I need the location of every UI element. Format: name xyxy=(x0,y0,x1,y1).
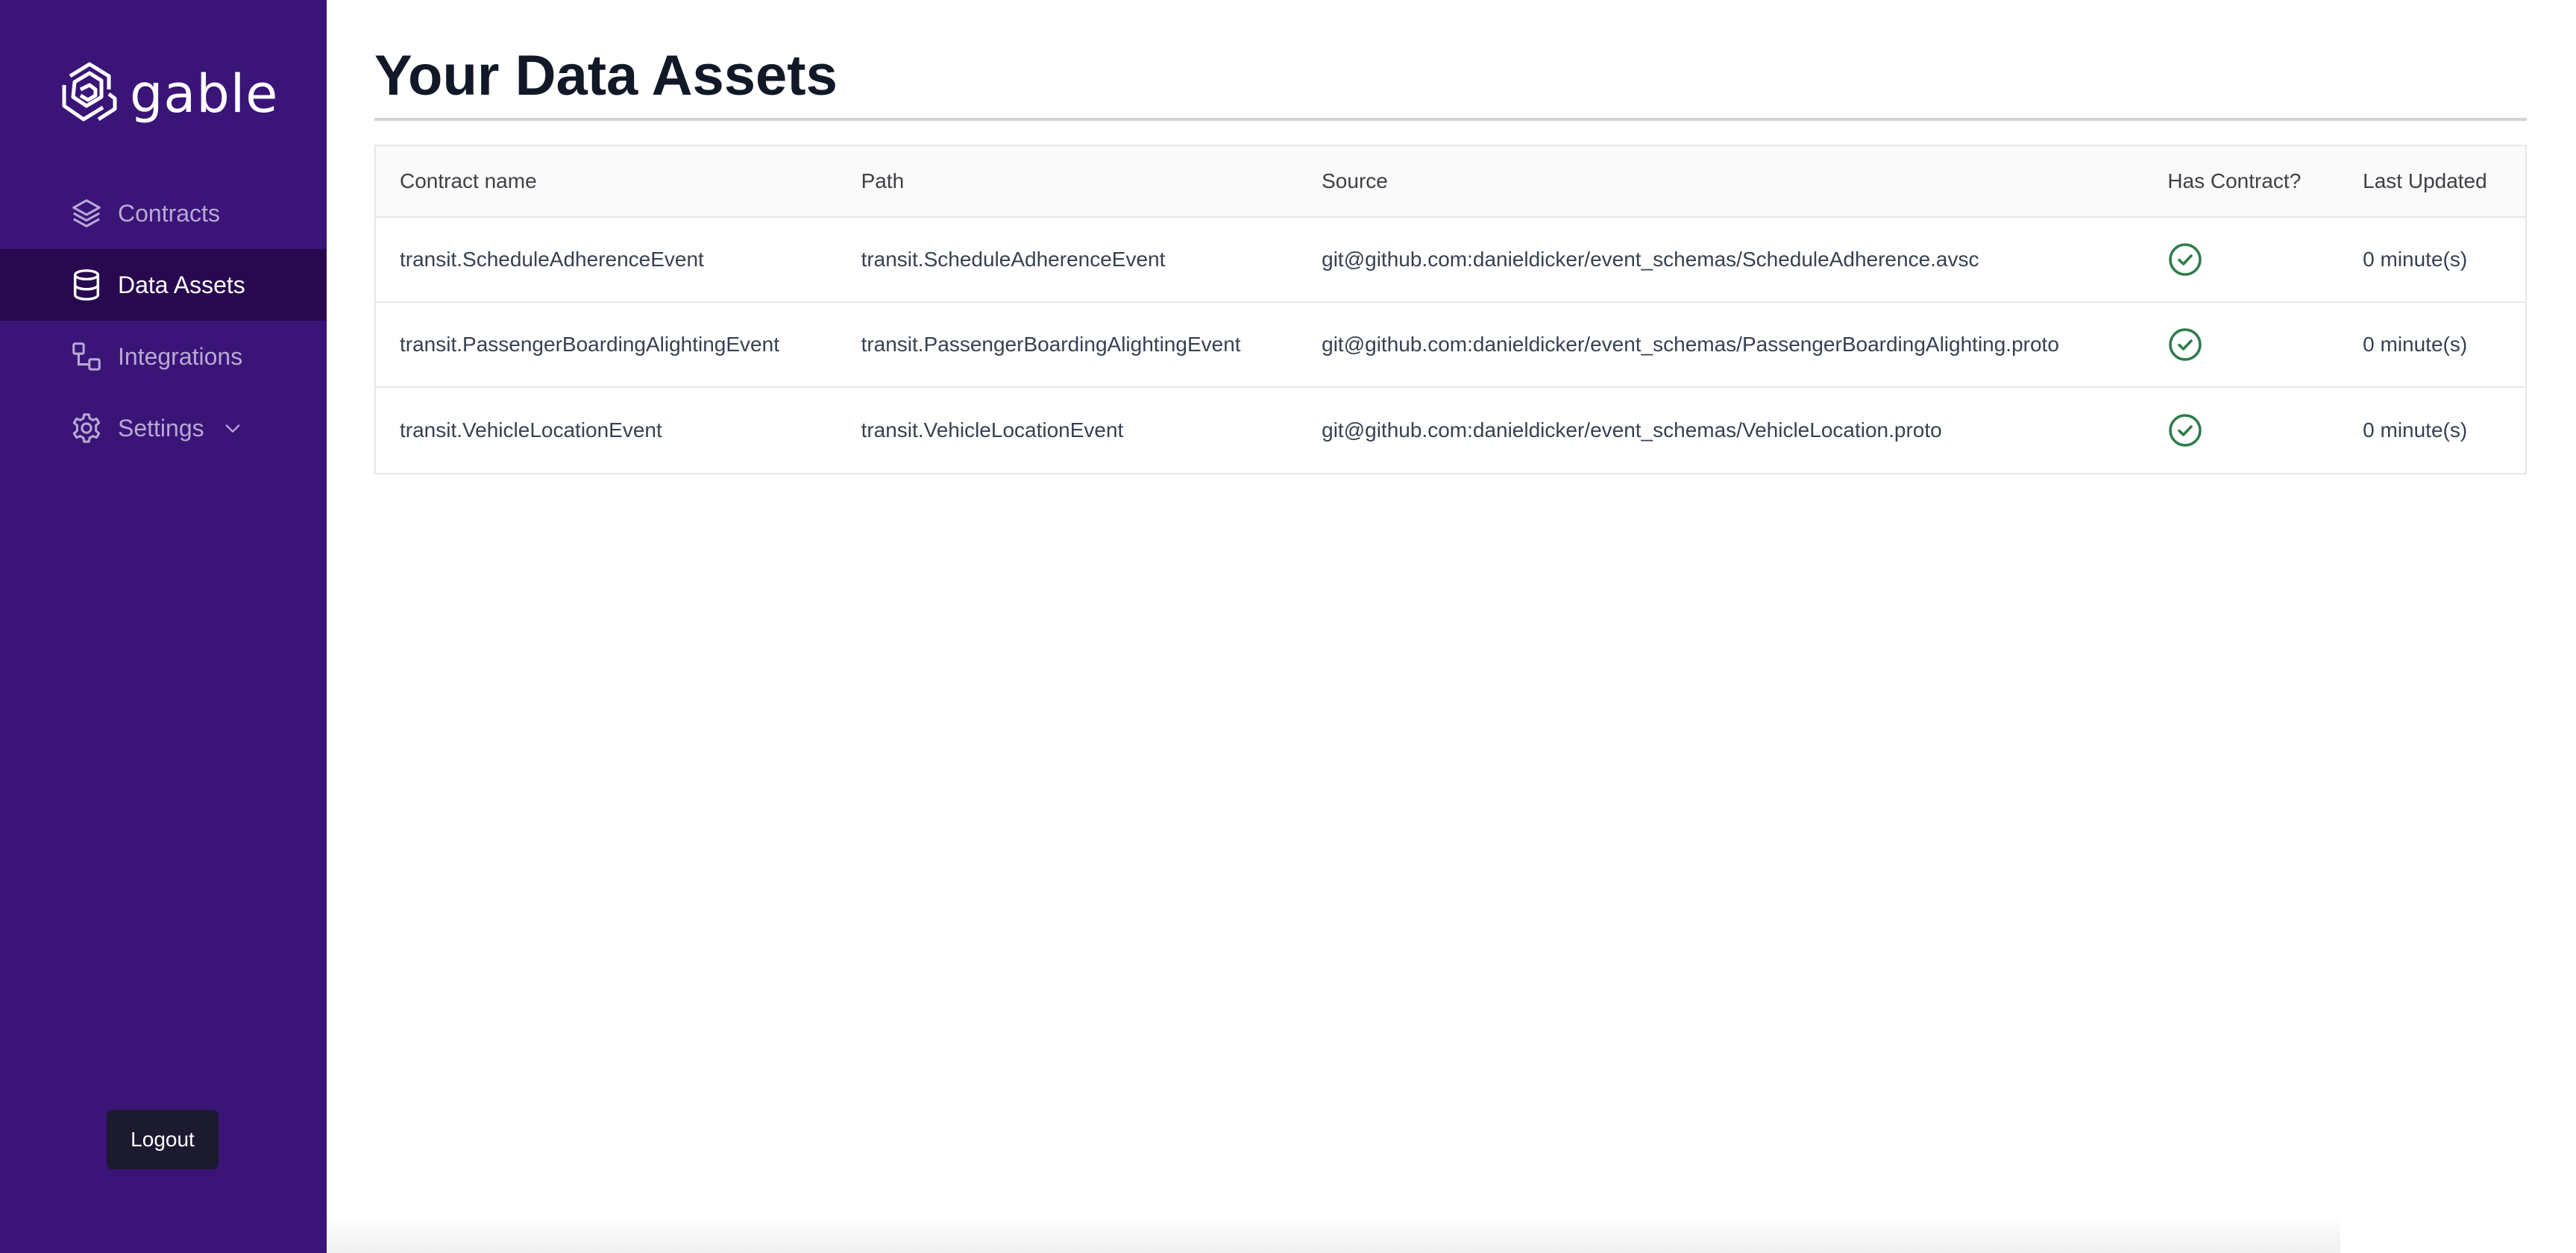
path-cell: transit.PassengerBoardingAlightingEvent xyxy=(861,333,1241,356)
brand-name: gable xyxy=(130,63,279,125)
source-cell: git@github.com:danieldicker/event_schema… xyxy=(1322,248,1979,271)
last-updated-cell: 0 minute(s) xyxy=(2363,333,2468,356)
table-row[interactable]: transit.VehicleLocationEvent transit.Veh… xyxy=(376,388,2525,473)
column-header-source[interactable]: Source xyxy=(1298,169,2143,193)
column-header-contract-name[interactable]: Contract name xyxy=(376,169,838,193)
data-assets-table: Contract name Path Source Has Contract? … xyxy=(374,145,2527,474)
sidebar: gable Contracts Data Assets Integrations… xyxy=(0,0,327,1253)
column-header-path[interactable]: Path xyxy=(838,169,1298,193)
contract-name-cell[interactable]: transit.VehicleLocationEvent xyxy=(376,418,838,442)
logout-button[interactable]: Logout xyxy=(107,1110,219,1169)
bottom-edge-shadow xyxy=(327,1216,2340,1253)
last-updated-cell: 0 minute(s) xyxy=(2363,418,2468,442)
sidebar-item-integrations[interactable]: Integrations xyxy=(0,321,327,392)
gable-logo-icon xyxy=(60,60,119,128)
column-header-last-updated[interactable]: Last Updated xyxy=(2339,169,2525,193)
page-title: Your Data Assets xyxy=(374,44,838,107)
column-header-has-contract[interactable]: Has Contract? xyxy=(2143,169,2339,193)
has-contract-cell xyxy=(2143,242,2339,277)
sidebar-item-settings[interactable]: Settings xyxy=(0,392,327,464)
check-circle-icon xyxy=(2169,328,2202,361)
has-contract-cell xyxy=(2143,327,2339,362)
database-icon xyxy=(69,267,104,303)
table-row[interactable]: transit.PassengerBoardingAlightingEvent … xyxy=(376,303,2525,388)
path-cell: transit.ScheduleAdherenceEvent xyxy=(861,248,1166,271)
check-circle-icon xyxy=(2169,243,2202,276)
main-content: Your Data Assets Contract name Path Sour… xyxy=(374,0,2528,474)
sidebar-item-label: Data Assets xyxy=(118,271,245,298)
sidebar-nav: Contracts Data Assets Integrations Setti… xyxy=(0,178,327,464)
contract-name-cell[interactable]: transit.PassengerBoardingAlightingEvent xyxy=(376,333,838,357)
brand-logo[interactable]: gable xyxy=(60,60,278,128)
gear-icon xyxy=(69,410,104,446)
title-divider xyxy=(374,118,2527,121)
source-cell: git@github.com:danieldicker/event_schema… xyxy=(1322,333,2059,356)
last-updated-cell: 0 minute(s) xyxy=(2363,248,2468,271)
sidebar-item-label: Contracts xyxy=(118,199,220,227)
check-circle-icon xyxy=(2169,414,2202,447)
integrations-icon xyxy=(69,339,104,374)
path-cell: transit.VehicleLocationEvent xyxy=(861,418,1124,442)
layers-icon xyxy=(69,195,104,231)
sidebar-item-data-assets[interactable]: Data Assets xyxy=(0,249,327,321)
sidebar-item-contracts[interactable]: Contracts xyxy=(0,178,327,249)
has-contract-cell xyxy=(2143,412,2339,448)
contract-name-cell[interactable]: transit.ScheduleAdherenceEvent xyxy=(376,248,838,271)
source-cell: git@github.com:danieldicker/event_schema… xyxy=(1322,418,1942,442)
table-header-row: Contract name Path Source Has Contract? … xyxy=(376,146,2525,218)
sidebar-item-label: Settings xyxy=(118,414,204,442)
chevron-down-icon[interactable] xyxy=(222,418,243,439)
table-row[interactable]: transit.ScheduleAdherenceEvent transit.S… xyxy=(376,218,2525,303)
sidebar-item-label: Integrations xyxy=(118,342,243,370)
